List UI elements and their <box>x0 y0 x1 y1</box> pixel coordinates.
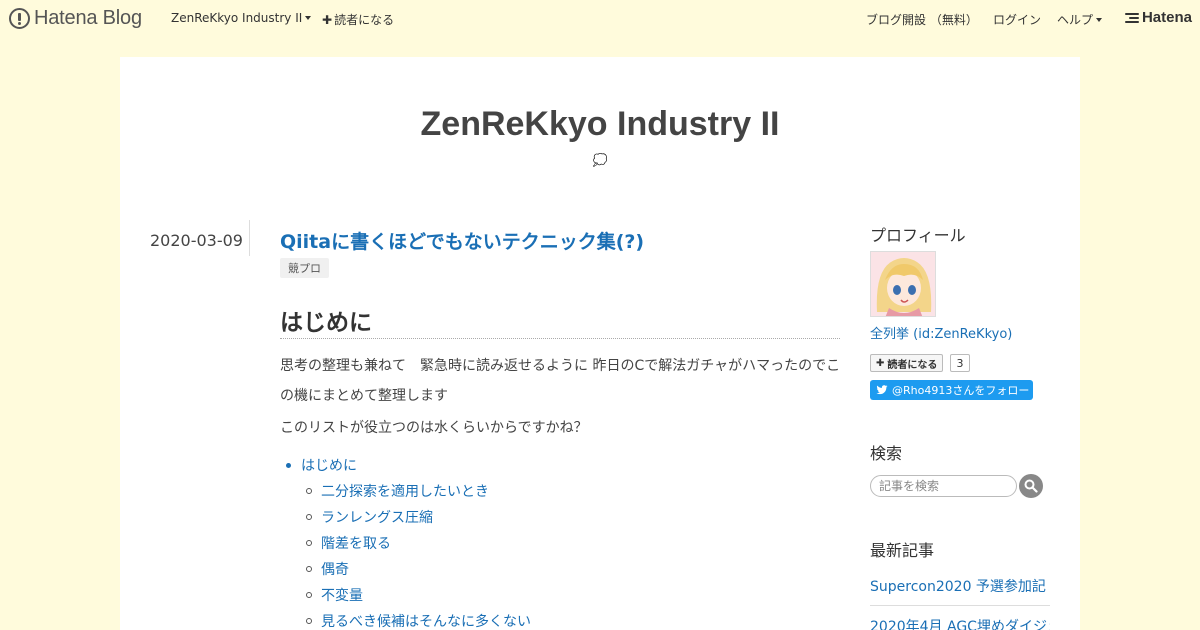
search-button[interactable] <box>1019 474 1043 498</box>
avatar[interactable] <box>870 251 936 317</box>
toc-item: ランレングス圧縮 <box>280 504 531 530</box>
toc-item: はじめに <box>280 452 531 478</box>
twitter-bird-icon <box>876 385 888 395</box>
dropdown-caret-icon <box>1096 17 1103 22</box>
recent-entry-link[interactable]: 2020年4月 AGC埋めダイジェスト <box>870 616 1050 630</box>
toc-item: 不変量 <box>280 582 531 608</box>
open-blog-link[interactable]: ブログ開設 （無料） <box>866 11 978 28</box>
hatena-blog-logo[interactable]: Hatena Blog <box>9 7 142 30</box>
blog-title[interactable]: ZenReKkyo Industry II <box>120 105 1080 144</box>
help-label: ヘルプ <box>1057 13 1094 27</box>
help-menu[interactable]: ヘルプ <box>1057 11 1103 28</box>
twitter-follow-button[interactable]: @Rho4913さんをフォロー <box>870 380 1033 400</box>
brand-text: Hatena Blog <box>34 7 142 29</box>
recent-divider <box>870 605 1050 606</box>
login-label: ログイン <box>993 13 1042 27</box>
global-header: Hatena Blog ZenReKkyo Industry II ✚ 読者になる… <box>0 0 1200 38</box>
toc-item: 二分探索を適用したいとき <box>280 478 531 504</box>
search-input[interactable] <box>870 475 1017 497</box>
blog-container: ZenReKkyo Industry II 💭 2020-03-09 Qiita… <box>120 57 1080 630</box>
search-heading: 検索 <box>870 444 903 463</box>
recent-heading: 最新記事 <box>870 541 935 560</box>
subscriber-count[interactable]: 3 <box>950 354 970 372</box>
plus-icon: ✚ <box>876 357 885 369</box>
hatena-blog-mark-icon <box>9 8 30 29</box>
heading-divider <box>280 338 840 339</box>
circle-bullet-icon <box>306 592 312 598</box>
blog-menu[interactable]: ZenReKkyo Industry II <box>171 11 312 25</box>
paragraph-intro: 思考の整理も兼ねて 緊急時に読み返せるように 昨日のCで解法ガチャがハマったので… <box>280 358 841 404</box>
subscribe-button-label: 読者になる <box>887 359 938 371</box>
login-link[interactable]: ログイン <box>993 11 1041 28</box>
toc-item: 階差を取る <box>280 530 531 556</box>
toc-link[interactable]: 階差を取る <box>321 533 391 553</box>
subscribe-link-label: 読者になる <box>334 13 395 27</box>
subscribe-button[interactable]: ✚ 読者になる <box>870 354 944 372</box>
blog-menu-label: ZenReKkyo Industry II <box>171 11 303 25</box>
paragraph-question: このリストが役立つのは水くらいからですかね？ <box>280 420 588 436</box>
blog-subtitle: 💭 <box>592 153 608 167</box>
hatena-logo[interactable]: Hatena <box>1124 9 1192 26</box>
avatar-image <box>871 252 935 316</box>
toc-item: 見るべき候補はそんなに多くない <box>280 608 531 630</box>
toc-link[interactable]: 二分探索を適用したいとき <box>321 481 489 501</box>
category-tag[interactable]: 競プロ <box>280 258 329 278</box>
table-of-contents: はじめに 二分探索を適用したいとき ランレングス圧縮 階差を取る 偶奇 不変量 … <box>280 452 531 630</box>
circle-bullet-icon <box>306 618 312 624</box>
profile-heading: プロフィール <box>870 226 966 245</box>
subscribe-link[interactable]: ✚ 読者になる <box>322 11 394 28</box>
plus-icon: ✚ <box>322 12 333 27</box>
toc-link[interactable]: はじめに <box>301 455 357 475</box>
entry-date[interactable]: 2020-03-09 <box>150 231 243 250</box>
bullet-icon <box>286 462 291 468</box>
circle-bullet-icon <box>306 566 312 572</box>
hatena-logo-text: Hatena <box>1141 9 1192 26</box>
twitter-follow-label: @Rho4913さんをフォロー <box>892 384 1030 397</box>
toc-item: 偶奇 <box>280 556 531 582</box>
date-divider <box>249 220 250 256</box>
profile-name[interactable]: 全列挙 (id:ZenReKkyo) <box>870 323 1012 342</box>
toc-link[interactable]: 見るべき候補はそんなに多くない <box>321 611 531 630</box>
hatena-lines-icon <box>1124 11 1139 25</box>
dropdown-caret-icon <box>305 16 312 20</box>
section-heading: はじめに <box>280 310 372 336</box>
toc-link[interactable]: 偶奇 <box>321 559 349 579</box>
open-blog-label: ブログ開設 （無料） <box>866 13 978 27</box>
circle-bullet-icon <box>306 540 312 546</box>
toc-link[interactable]: 不変量 <box>321 585 363 605</box>
circle-bullet-icon <box>306 488 312 494</box>
entry-title[interactable]: Qiitaに書くほどでもないテクニック集(?) <box>280 227 644 254</box>
toc-link[interactable]: ランレングス圧縮 <box>321 507 433 527</box>
search-icon <box>1024 479 1038 493</box>
recent-entry-link[interactable]: Supercon2020 予選参加記 <box>870 576 1050 596</box>
circle-bullet-icon <box>306 514 312 520</box>
